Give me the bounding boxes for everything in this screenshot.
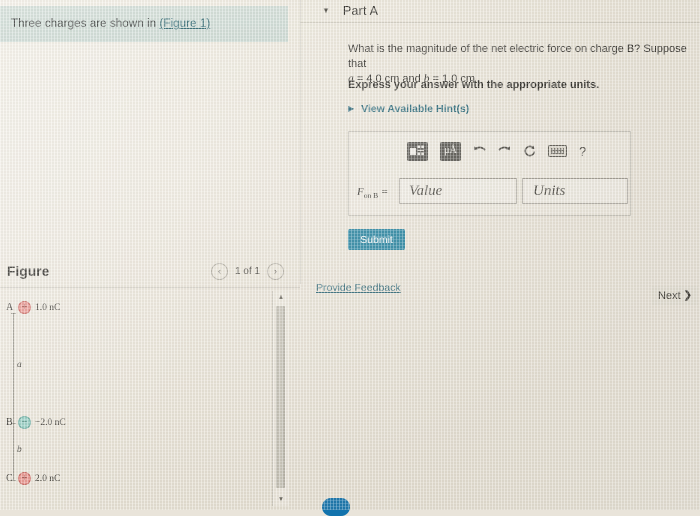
distance-label-a: a: [17, 360, 22, 370]
charge-label-b: B: [6, 417, 13, 428]
figure-navigation: ‹ 1 of 1 ›: [210, 262, 284, 280]
charge-row-b: B − −2.0 nC: [6, 416, 66, 429]
part-header: ▼ Part A: [322, 0, 692, 22]
value-placeholder: Value: [409, 182, 443, 199]
charge-dot-b: −: [18, 416, 31, 429]
redo-icon[interactable]: [498, 145, 511, 157]
question-line-1: What is the magnitude of the net electri…: [348, 43, 687, 71]
left-panel: Three charges are shown in (Figure 1) Fi…: [0, 0, 300, 510]
charge-axis-line: [13, 313, 14, 480]
math-toolbar: μÅ ?: [407, 140, 586, 162]
reset-icon[interactable]: [523, 145, 536, 158]
charge-row-c: C + 2.0 nC: [6, 472, 60, 485]
provide-feedback-link[interactable]: Provide Feedback: [316, 282, 401, 294]
help-icon[interactable]: ?: [579, 145, 586, 158]
problem-text-lead: Three charges are shown in: [11, 18, 160, 30]
scrollbar-down-arrow[interactable]: ▼: [273, 493, 289, 506]
column-divider: [300, 0, 301, 284]
answer-entry-box: μÅ ? Fon B = Value Units: [348, 131, 631, 216]
figure-scrollbar[interactable]: ▲ ▼: [272, 291, 289, 506]
figure-diagram: A + 1.0 nC a B − −2.0 nC b C + 2.0 nC: [0, 290, 275, 510]
answer-label-subscript: on B: [363, 191, 379, 201]
answer-label-f: F: [357, 186, 364, 198]
figure-divider: [0, 287, 300, 288]
charge-dot-c: +: [18, 472, 31, 485]
part-header-divider: [300, 22, 700, 23]
hint-label: View Available Hint(s): [361, 103, 470, 115]
next-button-label: Next: [657, 289, 681, 302]
right-panel: ▼ Part A What is the magnitude of the ne…: [300, 0, 700, 510]
next-button[interactable]: Next ❯: [652, 286, 698, 305]
express-answer-instruction: Express your answer with the appropriate…: [348, 79, 600, 91]
submit-button[interactable]: Submit: [348, 229, 405, 250]
charge-dot-a: +: [18, 301, 31, 314]
charge-value-b: −2.0 nC: [35, 417, 66, 428]
answer-variable-label: Fon B =: [357, 186, 388, 200]
figure-header: Figure ‹ 1 of 1 ›: [0, 256, 300, 286]
units-icon-label: μÅ: [444, 145, 457, 156]
scrollbar-up-arrow[interactable]: ▲: [273, 291, 289, 304]
figure-1-link[interactable]: (Figure 1): [159, 18, 210, 30]
distance-label-b: b: [17, 445, 22, 455]
undo-icon[interactable]: [473, 145, 486, 157]
chevron-right-icon: ❯: [683, 290, 692, 301]
figure-counter: 1 of 1: [234, 265, 260, 277]
collapse-caret-icon[interactable]: ▼: [322, 7, 330, 15]
charge-value-c: 2.0 nC: [35, 473, 61, 484]
value-input[interactable]: Value: [399, 178, 517, 204]
view-hints-button[interactable]: ▶ View Available Hint(s): [348, 103, 469, 115]
part-title: Part A: [342, 4, 379, 18]
bottom-floating-control[interactable]: [322, 498, 350, 516]
units-input[interactable]: Units: [522, 178, 628, 204]
figure-title: Figure: [7, 263, 50, 279]
keyboard-icon[interactable]: [548, 145, 567, 157]
template-matrix-icon[interactable]: [407, 141, 428, 161]
problem-statement-banner: Three charges are shown in (Figure 1): [0, 6, 288, 42]
charge-label-c: C: [6, 473, 13, 484]
answer-label-equals: =: [378, 186, 389, 198]
units-micro-angstrom-icon[interactable]: μÅ: [440, 141, 461, 161]
scrollbar-thumb[interactable]: [276, 306, 285, 488]
units-placeholder: Units: [533, 182, 566, 199]
figure-next-button[interactable]: ›: [267, 262, 284, 280]
hint-expand-caret-icon: ▶: [348, 104, 355, 113]
figure-prev-button[interactable]: ‹: [210, 262, 228, 280]
charge-value-a: 1.0 nC: [35, 302, 61, 313]
charge-row-a: A + 1.0 nC: [6, 301, 60, 314]
problem-statement-text: Three charges are shown in (Figure 1): [11, 18, 210, 30]
charge-label-a: A: [6, 302, 14, 313]
